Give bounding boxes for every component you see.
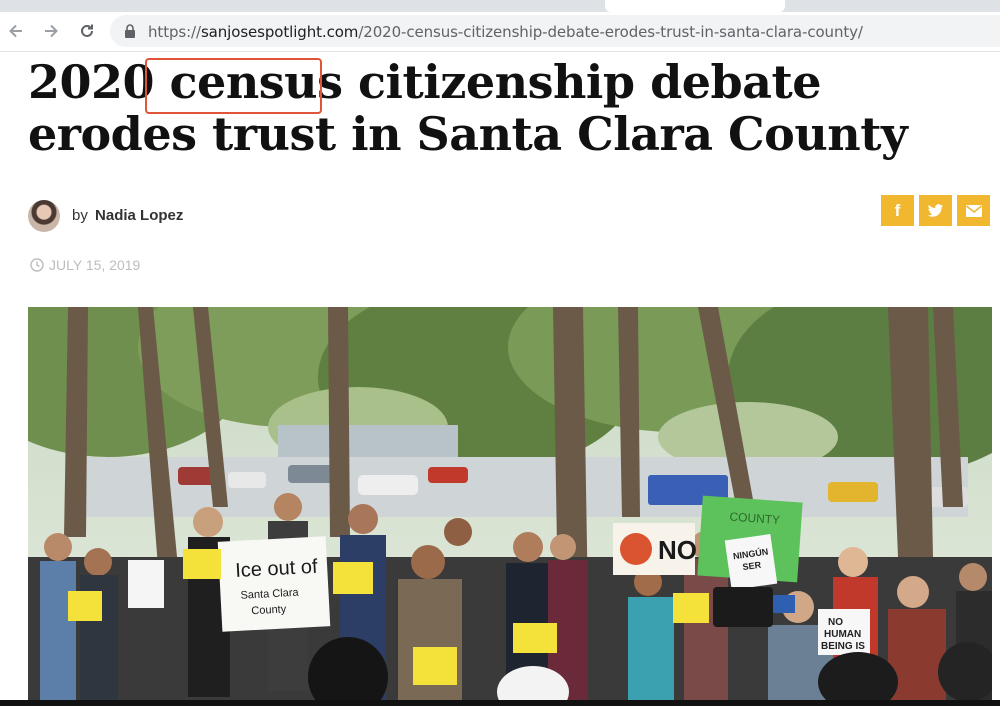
author-name[interactable]: Nadia Lopez [95,207,183,224]
tab-strip [0,0,1000,12]
twitter-icon [927,203,944,217]
sign-ice-line1: Ice out of [235,556,319,582]
sign-nohuman-line2: HUMAN [824,629,861,640]
sign-no: NO [613,523,697,575]
article-hero-image: Ice out of Santa Clara County NO COUNTY … [28,307,992,700]
annotation-highlight-box [145,58,322,114]
yellow-sign-5 [513,623,557,653]
back-button[interactable] [5,20,27,42]
byline-prefix: by [72,207,88,224]
author-avatar[interactable] [28,200,60,232]
yellow-sign-4 [413,647,457,685]
lock-icon [125,24,135,38]
reload-icon [81,24,93,37]
url-host: sanjosespotlight.com [200,23,359,41]
forward-button[interactable] [40,20,62,42]
sign-ice-line3: County [251,603,287,617]
window-bottom-edge [0,700,1000,706]
email-share-button[interactable] [957,195,990,226]
sign-no-human-being: NO HUMAN BEING IS [818,609,870,655]
yellow-sign-6 [673,593,709,623]
protest-photo-illustration: Ice out of Santa Clara County NO COUNTY … [28,307,992,700]
sign-nohuman-line3: BEING IS [821,641,865,652]
byline: by Nadia Lopez [72,207,183,224]
twitter-share-button[interactable] [919,195,952,226]
forward-arrow-icon [45,24,58,38]
sign-no-text: NO [658,535,697,565]
sign-ningun: NINGÚN SER [724,534,778,590]
facebook-icon: f [894,200,901,220]
address-bar[interactable]: https://sanjosespotlight.com/2020-census… [110,15,1000,47]
browser-toolbar: https://sanjosespotlight.com/2020-census… [0,12,1000,52]
sign-ice-out: Ice out of Santa Clara County [217,536,331,632]
url-scheme: https:// [148,23,201,41]
url-text: https://sanjosespotlight.com/2020-census… [148,23,863,41]
date-text: JULY 15, 2019 [49,257,141,273]
clock-icon [30,258,44,272]
url-path: /2020-census-citizenship-debate-erodes-t… [358,23,863,41]
white-sign-left [128,560,164,608]
email-icon [965,204,982,217]
yellow-sign-3 [68,591,102,621]
active-tab[interactable] [605,0,785,12]
yellow-sign-2 [333,562,373,594]
publish-date: JULY 15, 2019 [30,257,140,273]
reload-button[interactable] [76,20,98,42]
sign-nohuman-line1: NO [828,617,843,628]
yellow-sign-1 [183,549,221,579]
back-arrow-icon [9,24,22,38]
facebook-share-button[interactable]: f [881,195,914,226]
